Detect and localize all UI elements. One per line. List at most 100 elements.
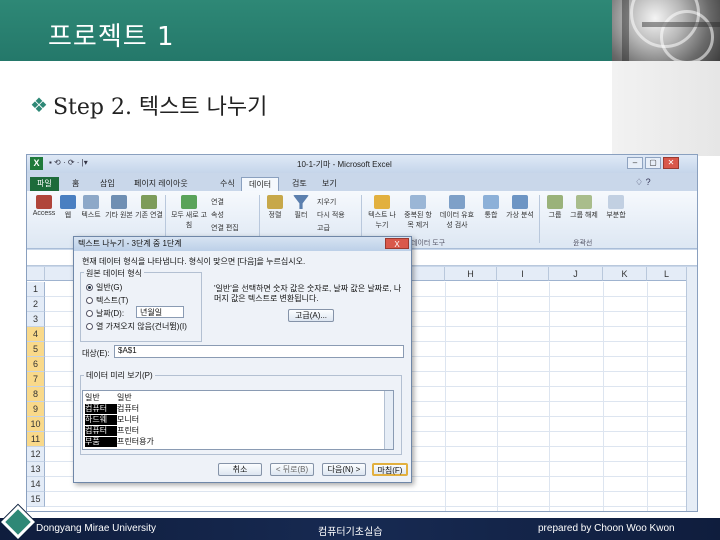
tab-insert[interactable]: 삽입 [93, 177, 122, 191]
ribbon-advanced[interactable]: 고급 [317, 223, 353, 233]
wizard-title: 텍스트 나누기 - 3단계 중 1단계 [74, 237, 411, 251]
column-header-h[interactable]: H [445, 267, 497, 281]
ribbon-existing-connections[interactable]: 기존 연결 [135, 195, 163, 220]
ribbon-sort[interactable]: 정렬 [263, 195, 287, 220]
option-skip-label[interactable]: 열 가져오지 않음(건너뜀)(I) [96, 321, 187, 332]
ribbon-remove-duplicates[interactable]: 중복된 항목 제거 [401, 195, 435, 230]
excel-titlebar: X ▪ ⟲ · ⟳ · |▾ 10-1-기마 - Microsoft Excel… [27, 155, 697, 173]
tab-formulas[interactable]: 수식 [213, 177, 242, 191]
advanced-button[interactable]: 고급(A)... [288, 309, 334, 322]
date-format-select[interactable]: 년월일 [136, 306, 184, 318]
row-header[interactable]: 12 [27, 447, 45, 462]
ungroup-icon [576, 195, 592, 209]
ribbon-other-sources[interactable]: 기타 원본 [105, 195, 133, 220]
row-header[interactable]: 8 [27, 387, 45, 402]
back-button[interactable]: < 뒤로(B) [270, 463, 314, 476]
row-header[interactable]: 13 [27, 462, 45, 477]
destination-input[interactable]: $A$1 [114, 345, 404, 358]
tab-file[interactable]: 파일 [30, 177, 59, 191]
group-icon [547, 195, 563, 209]
quick-access-toolbar[interactable]: ▪ ⟲ · ⟳ · |▾ [49, 158, 88, 167]
web-icon [60, 195, 76, 209]
row-header[interactable]: 11 [27, 432, 45, 447]
row-header[interactable]: 1 [27, 282, 45, 297]
refresh-icon [181, 195, 197, 209]
footer-course: 컴퓨터기초실습 [318, 527, 383, 538]
next-button[interactable]: 다음(N) > [322, 463, 366, 476]
row-header[interactable]: 15 [27, 492, 45, 507]
footer-author: prepared by Choon Woo Kwon [538, 523, 675, 534]
ribbon-refresh-all[interactable]: 모두 새로 고침 [169, 195, 209, 230]
access-icon [36, 195, 52, 209]
minimize-icon[interactable]: – [627, 157, 643, 169]
ribbon-reapply[interactable]: 다시 적용 [317, 210, 357, 220]
ribbon-consolidate[interactable]: 통합 [479, 195, 503, 220]
slide-title: 프로젝트 1 [48, 22, 175, 52]
destination-label: 대상(E): [82, 349, 110, 358]
ribbon-text-to-columns[interactable]: 텍스트 나누기 [365, 195, 399, 230]
preview-cell-a: 컴퓨터 [85, 404, 117, 414]
other-sources-icon [111, 195, 127, 209]
ribbon-data-validation[interactable]: 데이터 유효성 검사 [437, 195, 477, 230]
column-header-i[interactable]: I [497, 267, 549, 281]
wizard-close-button[interactable]: X [385, 238, 409, 249]
ribbon-group[interactable]: 그룹 [543, 195, 567, 220]
data-preview[interactable]: 일반 일반 컴퓨터 컴퓨터 하드웨 모니터 컴퓨터 프린터 부품 프린터용가 [82, 390, 394, 450]
maximize-icon[interactable]: ▢ [645, 157, 661, 169]
what-if-icon [512, 195, 528, 209]
excel-app-icon[interactable]: X [30, 157, 43, 170]
ribbon-ungroup[interactable]: 그룹 해제 [569, 195, 599, 220]
tab-home[interactable]: 홈 [65, 177, 86, 191]
preview-scrollbar[interactable] [384, 391, 393, 449]
format-description: '일반'을 선택하면 숫자 값은 숫자로, 날짜 값은 날짜로, 나머지 값은 … [214, 284, 402, 303]
option-text-label[interactable]: 텍스트(T) [96, 295, 128, 306]
vertical-scrollbar[interactable] [686, 267, 697, 511]
subtotal-icon [608, 195, 624, 209]
tab-view[interactable]: 보기 [315, 177, 344, 191]
row-header[interactable]: 6 [27, 357, 45, 372]
row-header[interactable]: 14 [27, 477, 45, 492]
cancel-button[interactable]: 취소 [218, 463, 262, 476]
radio-date[interactable] [86, 310, 93, 317]
connections-icon [141, 195, 157, 209]
help-icon[interactable]: ♢ ? [635, 177, 651, 188]
tab-data[interactable]: 데이터 [241, 177, 280, 191]
radio-skip[interactable] [86, 323, 93, 330]
slide-header: 프로젝트 1 [0, 0, 720, 61]
ribbon-web[interactable]: 웹 [59, 195, 77, 220]
row-header[interactable]: 10 [27, 417, 45, 432]
ribbon-filter[interactable]: 필터 [289, 195, 313, 220]
grid-line [445, 282, 446, 511]
select-all-corner[interactable] [27, 267, 45, 281]
option-date-label[interactable]: 날짜(D): [96, 308, 124, 319]
row-header[interactable]: 3 [27, 312, 45, 327]
row-header[interactable]: 7 [27, 372, 45, 387]
radio-general[interactable] [86, 284, 93, 291]
sort-icon [267, 195, 283, 209]
grid-line [603, 282, 604, 511]
ribbon-text[interactable]: 텍스트 [79, 195, 103, 220]
ribbon-clear[interactable]: 지우기 [317, 197, 353, 207]
tab-page-layout[interactable]: 페이지 레이아웃 [127, 177, 195, 191]
row-header[interactable]: 5 [27, 342, 45, 357]
consolidate-icon [483, 195, 499, 209]
finish-button[interactable]: 마침(F) [372, 463, 408, 476]
preview-cell-a: 부품 [85, 437, 117, 447]
group-data-tools: 데이터 도구 [411, 240, 446, 247]
ribbon-subtotal[interactable]: 부분합 [601, 195, 631, 220]
column-header-l[interactable]: L [647, 267, 687, 281]
row-header[interactable]: 4 [27, 327, 45, 342]
option-general-label[interactable]: 일반(G) [96, 282, 122, 293]
radio-text[interactable] [86, 297, 93, 304]
ribbon-properties[interactable]: 속성 [211, 210, 247, 220]
row-header[interactable]: 9 [27, 402, 45, 417]
ribbon-edit-links[interactable]: 연결 편집 [211, 223, 255, 233]
tab-review[interactable]: 검토 [285, 177, 314, 191]
column-header-k[interactable]: K [603, 267, 647, 281]
row-header[interactable]: 2 [27, 297, 45, 312]
ribbon-what-if[interactable]: 가상 분석 [505, 195, 535, 220]
ribbon-access[interactable]: Access [31, 195, 57, 217]
close-icon[interactable]: ✕ [663, 157, 679, 169]
ribbon-connections[interactable]: 연결 [211, 197, 247, 207]
column-header-j[interactable]: J [549, 267, 603, 281]
